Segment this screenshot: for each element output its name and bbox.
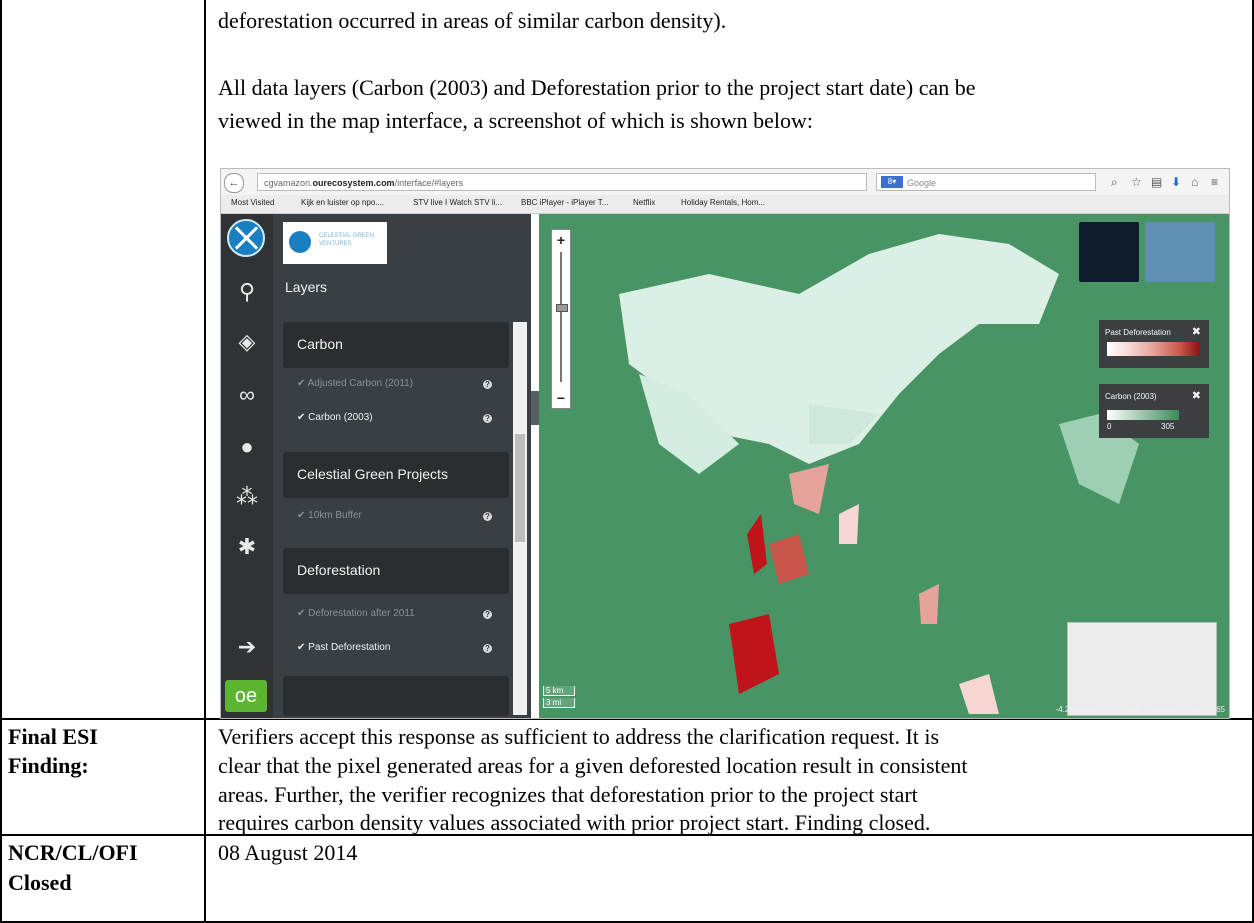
section-more[interactable] (283, 676, 509, 716)
legend-carbon: Carbon (2003) ✖ 0 305 (1099, 384, 1209, 438)
home-icon[interactable]: ⌂ (1191, 174, 1198, 190)
browser-toolbar: ← cgvamazon.ourecosystem.com/interface/#… (221, 169, 1229, 196)
bookmark-netflix[interactable]: Netflix (633, 198, 655, 207)
app-sidebar: ⚲ ◈ ∞ ● ⁂ ✱ ➔ oe (221, 214, 273, 718)
help-icon[interactable]: ? (483, 380, 492, 389)
coordinate-readout: -4.25808360743591165, -59.84646536335156… (1055, 705, 1225, 714)
link-icon[interactable]: ∞ (221, 382, 273, 408)
map-scale-bar: 5 km 3 mi (543, 686, 575, 710)
map-canvas[interactable]: + − Past Deforestation ✖ Carbon (2003) ✖… (539, 214, 1229, 718)
layer-10km-buffer[interactable]: ✔ 10km Buffer (297, 510, 362, 521)
layer-deforestation-after-2011[interactable]: ✔ Deforestation after 2011 (297, 608, 415, 619)
panel-title: Layers (285, 279, 328, 295)
celestial-green-logo: CELESTIAL GREEN VENTURES (283, 222, 387, 264)
panel-scroll-thumb[interactable] (515, 434, 525, 542)
zoom-in-button[interactable]: + (552, 232, 570, 248)
zoom-track[interactable] (560, 252, 562, 382)
closed-date: 08 August 2014 (218, 840, 358, 865)
zoom-control[interactable]: + − (551, 229, 571, 409)
oe-logo[interactable]: oe (225, 680, 267, 712)
closed-label-1: NCR/CL/OFI (8, 840, 138, 865)
bookmark-stv[interactable]: STV live I Watch STV li... (413, 198, 502, 207)
final-finding-line-4: requires carbon density values associate… (218, 810, 931, 835)
layers-panel: CELESTIAL GREEN VENTURES Layers Carbon ✔ … (273, 214, 531, 718)
section-celestial-green-projects[interactable]: Celestial Green Projects (283, 452, 509, 498)
legend-max: 305 (1161, 422, 1175, 431)
table-column-divider (204, 0, 206, 923)
search-placeholder: Google (907, 178, 937, 188)
help-icon[interactable]: ? (483, 414, 492, 423)
bookmark-most-visited[interactable]: Most Visited (231, 198, 274, 207)
layer-adjusted-carbon[interactable]: ✔ Adjusted Carbon (2011) (297, 378, 413, 389)
location-pin-icon[interactable]: ⚲ (221, 279, 273, 305)
section-deforestation[interactable]: Deforestation (283, 548, 509, 594)
close-icon[interactable]: ✖ (1192, 325, 1201, 338)
group-icon[interactable]: ⁂ (221, 484, 273, 510)
bookmark-holiday[interactable]: Holiday Rentals, Hom... (681, 198, 765, 207)
basemap-dark-thumbnail[interactable] (1079, 222, 1139, 282)
intro-line: deforestation occurred in areas of simil… (218, 8, 727, 33)
final-finding-line-2: clear that the pixel generated areas for… (218, 753, 968, 778)
search-box[interactable]: 8▾ Google (876, 173, 1096, 191)
section-carbon[interactable]: Carbon (283, 322, 509, 368)
app-logo-icon[interactable] (227, 219, 265, 257)
legend-min: 0 (1107, 422, 1112, 431)
layer-past-deforestation[interactable]: ✔ Past Deforestation (297, 642, 390, 653)
final-finding-label-1: Final ESI (8, 724, 98, 749)
logout-icon[interactable]: ➔ (221, 634, 273, 660)
zoom-slider-handle[interactable] (556, 304, 568, 312)
past-deforestation-ramp (1107, 342, 1199, 356)
back-arrow-icon[interactable]: ← (224, 173, 244, 193)
paragraph-line-1: All data layers (Carbon (2003) and Defor… (218, 75, 976, 100)
final-finding-label-2: Finding: (8, 753, 89, 778)
carbon-ramp (1107, 410, 1179, 420)
layers-icon[interactable]: ◈ (221, 329, 273, 355)
bookmarks-bar: Most Visited Kijk en luister op npo.... … (221, 195, 1229, 214)
bookmark-bbc[interactable]: BBC iPlayer - iPlayer T... (521, 198, 608, 207)
url-prefix: cgvamazon. (264, 178, 313, 188)
legend-past-deforestation: Past Deforestation ✖ (1099, 320, 1209, 368)
google-icon: 8▾ (881, 176, 903, 188)
brand-line-1: CELESTIAL GREEN (319, 233, 375, 239)
help-icon[interactable]: ? (483, 644, 492, 653)
menu-icon[interactable]: ≡ (1211, 174, 1218, 190)
table-border-left (0, 0, 2, 923)
close-icon[interactable]: ✖ (1192, 389, 1201, 402)
scale-mi: 3 mi (543, 698, 575, 708)
legend-carbon-title: Carbon (2003) (1105, 392, 1157, 401)
download-icon[interactable]: ⬇ (1171, 174, 1181, 190)
basemap-satellite-thumbnail[interactable] (1145, 222, 1215, 282)
legend-past-title: Past Deforestation (1105, 328, 1171, 337)
help-icon[interactable]: ? (483, 512, 492, 521)
scale-km: 5 km (543, 686, 575, 696)
star-icon[interactable]: ☆ (1131, 174, 1142, 190)
url-domain: ourecosystem.com (312, 178, 395, 188)
zoom-out-button[interactable]: − (552, 390, 570, 406)
brand-mark-icon (289, 231, 311, 253)
url-path: /interface/#layers (394, 178, 464, 188)
clipboard-icon[interactable]: ▤ (1151, 174, 1162, 190)
map-interface-screenshot: ← cgvamazon.ourecosystem.com/interface/#… (220, 168, 1230, 719)
user-icon[interactable]: ● (221, 434, 273, 460)
search-icon[interactable]: ⌕ (1111, 174, 1118, 190)
bookmark-npo[interactable]: Kijk en luister op npo.... (301, 198, 384, 207)
closed-label-2: Closed (8, 870, 72, 895)
paragraph-line-2: viewed in the map interface, a screensho… (218, 108, 814, 133)
final-finding-line-3: areas. Further, the verifier recognizes … (218, 782, 918, 807)
final-finding-line-1: Verifiers accept this response as suffic… (218, 724, 940, 749)
help-icon[interactable]: ? (483, 610, 492, 619)
brand-line-2: VENTURES (319, 241, 352, 247)
address-bar[interactable]: cgvamazon.ourecosystem.com/interface/#la… (257, 173, 867, 191)
overview-inset-map[interactable] (1067, 622, 1217, 716)
layer-carbon-2003[interactable]: ✔ Carbon (2003) (297, 412, 373, 423)
panel-collapse-handle[interactable] (531, 391, 539, 425)
bug-icon[interactable]: ✱ (221, 534, 273, 560)
